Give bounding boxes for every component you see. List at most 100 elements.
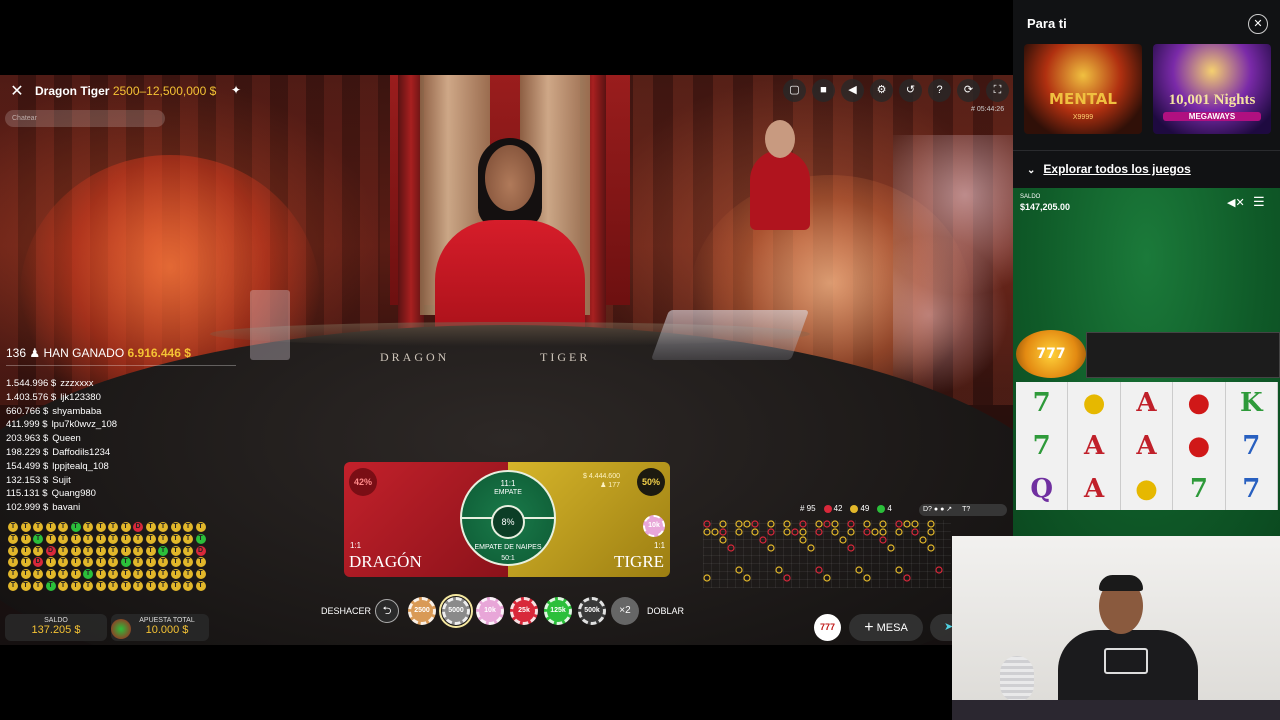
undo-label[interactable]: DESHACER: [321, 606, 371, 616]
road-mark: [743, 574, 751, 582]
road-prediction-tabs[interactable]: D? ● ● ↗ T?: [919, 504, 1007, 516]
help-icon[interactable]: ?: [928, 79, 951, 102]
winner-row: 1.544.996 $ zzzxxxx: [6, 377, 206, 391]
bead-result: T: [45, 522, 56, 532]
chip-500k[interactable]: 500k: [578, 597, 606, 625]
dragon-prediction[interactable]: D? ● ● ↗: [923, 506, 952, 513]
chat-input[interactable]: Chatear: [5, 110, 165, 127]
slot-logo: 777 Strike: [1016, 330, 1086, 410]
bead-result: T: [183, 533, 193, 544]
refresh-icon[interactable]: ⟳: [957, 79, 980, 102]
bead-result: T: [83, 569, 93, 580]
road-mark: [847, 520, 855, 528]
slot-symbol: Q: [1016, 467, 1069, 510]
fullscreen-icon[interactable]: ⛶: [986, 79, 1009, 102]
road-mark: [759, 536, 767, 544]
road-mark: [823, 520, 831, 528]
bead-result: T: [8, 522, 18, 532]
video-icon[interactable]: ■: [812, 79, 835, 102]
thumb-subtitle: MEGAWAYS: [1163, 112, 1261, 121]
winner-user: Daffodils1234: [52, 446, 111, 458]
screen: DRAGON TIGER ✕ Dragon Tiger 2500–12,500,…: [0, 0, 1280, 720]
winners-list: 1.544.996 $ zzzxxxx 1.403.576 $ ljk123380 …: [6, 377, 206, 512]
bead-result: T: [8, 569, 18, 580]
explore-label: Explorar todos los juegos: [1043, 162, 1191, 176]
winner-amount: 203.963 $: [6, 433, 49, 445]
road-mark: [799, 520, 807, 528]
close-game-button[interactable]: ✕: [8, 83, 26, 101]
slot-balance-value: $147,205.00: [1020, 202, 1071, 212]
chip-125k[interactable]: 125k: [544, 597, 572, 625]
volume-icon[interactable]: ◀: [841, 79, 864, 102]
suited-tie-label[interactable]: EMPATE DE NAIPES: [460, 544, 556, 551]
add-table-button[interactable]: + MESA: [849, 614, 923, 641]
chip-10k[interactable]: 10k: [476, 597, 504, 625]
winner-amount: 411.999 $: [6, 419, 48, 431]
settings-icon[interactable]: ⚙: [870, 79, 893, 102]
road-mark: [767, 528, 775, 536]
tiger-odds: 1:1: [654, 541, 666, 550]
chip-5000[interactable]: 5000: [439, 594, 473, 628]
close-panel-button[interactable]: ✕: [1248, 14, 1268, 34]
road-mark: [823, 574, 831, 582]
bead-result: T: [70, 545, 81, 556]
road-mark: [855, 566, 863, 574]
bead-result: T: [95, 545, 106, 556]
road-mark: [791, 528, 799, 536]
bead-road[interactable]: TTTTTTTTTTDTTTTTTTTTTTTTTTTTTTTTTTTDTTTT…: [8, 522, 206, 592]
winner-row: 660.766 $ shyambaba: [6, 405, 206, 419]
game-thumbnail-10001-nights[interactable]: 10,001 Nights MEGAWAYS: [1153, 44, 1271, 134]
road-mark: [703, 520, 711, 528]
placed-chip: 10k: [643, 515, 665, 537]
bead-result: T: [108, 545, 118, 556]
winner-row: 203.963 $ Queen: [6, 432, 206, 446]
mute-icon[interactable]: ◀✕: [1227, 196, 1245, 209]
lobby-777-button[interactable]: 777: [814, 614, 841, 641]
table-limits: 2500–12,500,000 $: [112, 84, 217, 98]
tiger-prediction[interactable]: T?: [962, 506, 970, 513]
undo-button[interactable]: ⮌: [375, 599, 399, 623]
bead-result: T: [145, 533, 156, 544]
tiger-stake-players: ♟ 177: [600, 482, 620, 489]
chat-icon[interactable]: ▢: [783, 79, 806, 102]
bead-result: T: [33, 545, 43, 556]
bead-result: T: [133, 569, 143, 580]
winner-amount: 1.544.996 $: [6, 378, 57, 389]
bead-result: T: [33, 569, 43, 580]
bead-result: T: [33, 533, 43, 544]
double-label[interactable]: DOBLAR: [647, 606, 684, 616]
road-mark: [711, 528, 719, 536]
tie-percent: 8%: [491, 505, 525, 539]
bead-result: T: [195, 581, 206, 592]
winner-row: 411.999 $ lpu7k0wvz_108: [6, 418, 206, 432]
winner-row: 102.999 $ bavani: [6, 501, 206, 512]
winners-count: 136: [6, 346, 27, 360]
slot-symbol: A: [1068, 467, 1121, 510]
menu-icon[interactable]: ☰: [1253, 194, 1265, 210]
road-mark: [815, 528, 823, 536]
bead-result: T: [170, 545, 181, 556]
winners-header: 136 ♟ HAN GANADO 6.916.446 $: [6, 346, 191, 360]
slot-symbol: 7: [1226, 424, 1278, 468]
double-button[interactable]: ×2: [611, 597, 639, 625]
pin-icon[interactable]: ✦: [231, 83, 241, 97]
big-road[interactable]: [703, 520, 951, 588]
explore-all-games-link[interactable]: ⌄ Explorar todos los juegos: [1027, 162, 1191, 176]
chip-25k[interactable]: 25k: [510, 597, 538, 625]
dragon-odds: 1:1: [350, 541, 362, 550]
chip-2500[interactable]: 2500: [408, 597, 436, 625]
winner-user: Quang980: [51, 488, 96, 500]
bead-result: T: [83, 557, 93, 568]
history-icon[interactable]: ↺: [899, 79, 922, 102]
slot-symbol: K: [1226, 382, 1278, 425]
winner-amount: 102.999 $: [6, 502, 49, 512]
bead-result: T: [133, 545, 143, 556]
winner-row: 1.403.576 $ ljk123380: [6, 391, 206, 405]
dragon-dot-icon: [823, 504, 832, 513]
road-mark: [783, 520, 791, 528]
slot-symbol: ●: [1173, 382, 1226, 425]
road-mark: [743, 520, 751, 528]
bead-result: T: [33, 522, 43, 532]
game-thumbnail-mental[interactable]: MENTAL X9999: [1024, 44, 1142, 134]
game-toolbar: ▢ ■ ◀ ⚙ ↺ ? ⟳ ⛶: [783, 79, 1009, 102]
